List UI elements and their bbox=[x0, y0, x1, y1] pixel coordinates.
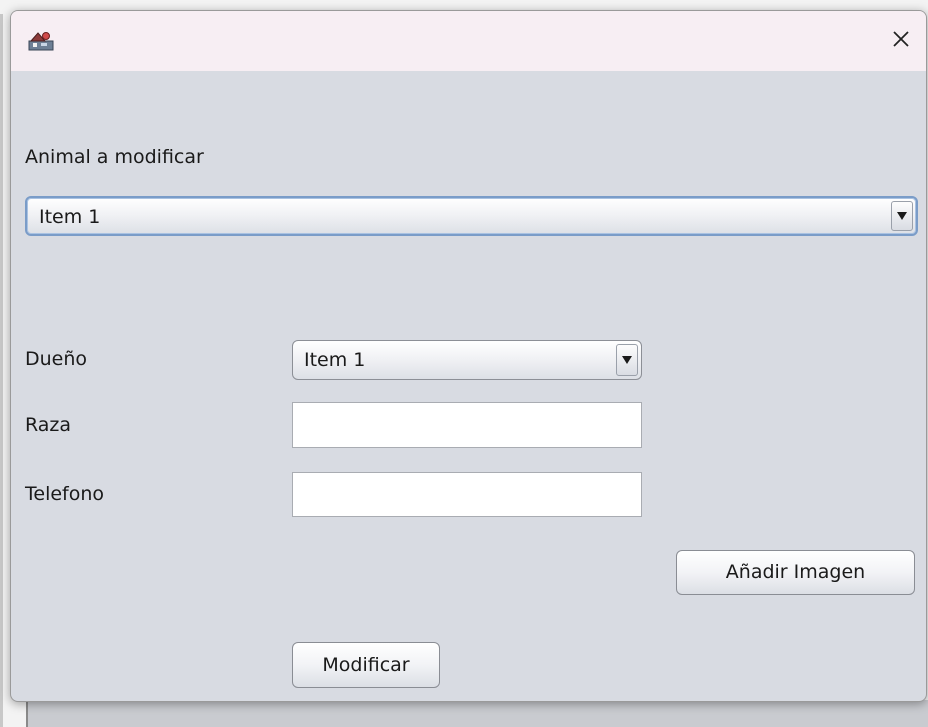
add-image-button[interactable]: Añadir Imagen bbox=[676, 550, 915, 595]
owner-select-arrow[interactable] bbox=[616, 344, 638, 376]
breed-label: Raza bbox=[25, 414, 72, 436]
animal-select[interactable]: Item 1 bbox=[25, 196, 918, 236]
modify-button[interactable]: Modificar bbox=[292, 642, 440, 688]
java-app-icon bbox=[28, 29, 54, 51]
phone-field[interactable] bbox=[292, 472, 642, 517]
chevron-down-icon bbox=[622, 356, 632, 364]
owner-label: Dueño bbox=[25, 348, 88, 370]
chevron-down-icon bbox=[897, 212, 907, 220]
animal-select-value: Item 1 bbox=[39, 206, 101, 228]
title-bar bbox=[11, 11, 926, 71]
background-window-bottom bbox=[26, 700, 928, 727]
owner-select[interactable]: Item 1 bbox=[292, 340, 642, 380]
breed-field[interactable] bbox=[292, 402, 642, 448]
owner-select-value: Item 1 bbox=[304, 349, 366, 371]
animal-select-arrow[interactable] bbox=[891, 201, 913, 231]
close-icon bbox=[893, 31, 909, 47]
background-window-edge bbox=[0, 14, 3, 727]
modify-animal-dialog: Animal a modificar Item 1 Dueño Item 1 R… bbox=[10, 10, 927, 702]
phone-label: Telefono bbox=[25, 483, 105, 505]
close-button[interactable] bbox=[886, 24, 916, 54]
animal-label: Animal a modificar bbox=[25, 146, 204, 168]
